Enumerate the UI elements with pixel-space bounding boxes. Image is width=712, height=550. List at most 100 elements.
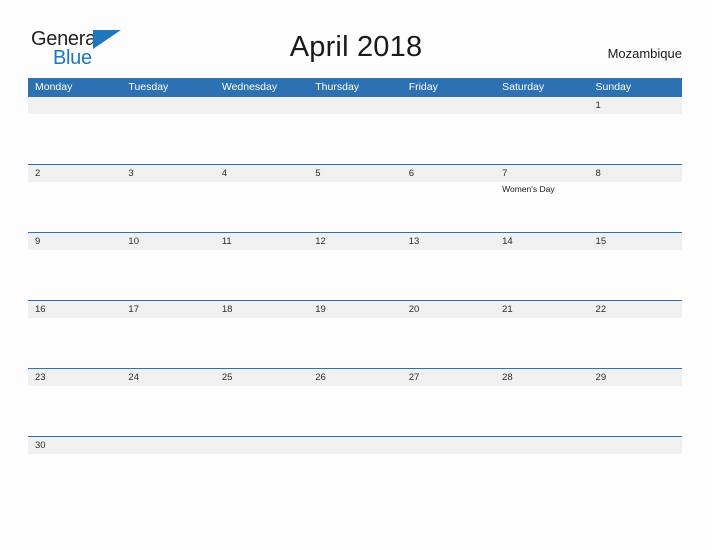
day-number[interactable]: 7 xyxy=(495,165,588,182)
day-event-cell[interactable] xyxy=(495,250,588,300)
weekday-header-friday: Friday xyxy=(408,81,438,93)
day-number[interactable]: 2 xyxy=(28,165,121,182)
day-event-cell[interactable] xyxy=(589,386,682,436)
day-number[interactable]: 20 xyxy=(402,301,495,318)
day-number[interactable] xyxy=(28,97,121,114)
day-event-cell-womens-day[interactable]: Women's Day xyxy=(495,182,588,232)
day-event-cell[interactable] xyxy=(402,250,495,300)
week-row: 16 17 18 19 20 21 22 xyxy=(28,300,682,368)
day-event-cell[interactable] xyxy=(495,318,588,368)
day-number[interactable]: 11 xyxy=(215,233,308,250)
day-number[interactable]: 8 xyxy=(589,165,682,182)
day-number[interactable]: 27 xyxy=(402,369,495,386)
day-number[interactable]: 14 xyxy=(495,233,588,250)
day-event-cell[interactable] xyxy=(308,454,401,504)
day-number[interactable] xyxy=(121,437,214,454)
day-event-cell[interactable] xyxy=(121,182,214,232)
weekday-header-monday: Monday xyxy=(35,81,73,93)
day-event-cell[interactable] xyxy=(589,114,682,164)
day-number[interactable] xyxy=(402,97,495,114)
day-number[interactable]: 18 xyxy=(215,301,308,318)
day-event-cell[interactable] xyxy=(495,386,588,436)
day-number[interactable]: 5 xyxy=(308,165,401,182)
week-event-band xyxy=(28,250,682,300)
day-event-cell[interactable] xyxy=(495,454,588,504)
week-date-band: 30 xyxy=(28,437,682,454)
week-date-band: 2 3 4 5 6 7 8 xyxy=(28,165,682,182)
day-event-cell[interactable] xyxy=(308,318,401,368)
day-event-cell[interactable] xyxy=(28,318,121,368)
day-number[interactable]: 13 xyxy=(402,233,495,250)
day-number[interactable] xyxy=(215,437,308,454)
day-event-cell[interactable] xyxy=(402,182,495,232)
day-number[interactable]: 22 xyxy=(589,301,682,318)
week-event-band xyxy=(28,318,682,368)
day-event-cell[interactable] xyxy=(121,318,214,368)
day-event-cell[interactable] xyxy=(121,454,214,504)
day-event-cell[interactable] xyxy=(28,454,121,504)
day-event-cell[interactable] xyxy=(589,182,682,232)
day-event-cell[interactable] xyxy=(215,318,308,368)
day-number[interactable] xyxy=(495,437,588,454)
day-event-cell[interactable] xyxy=(402,454,495,504)
day-event-cell[interactable] xyxy=(28,386,121,436)
day-number[interactable]: 29 xyxy=(589,369,682,386)
day-number[interactable]: 4 xyxy=(215,165,308,182)
location-label: Mozambique xyxy=(607,46,682,61)
day-number[interactable]: 1 xyxy=(589,97,682,114)
day-number[interactable]: 24 xyxy=(121,369,214,386)
day-number[interactable] xyxy=(121,97,214,114)
day-event-cell[interactable] xyxy=(215,114,308,164)
day-event-cell[interactable] xyxy=(215,386,308,436)
day-number[interactable]: 6 xyxy=(402,165,495,182)
day-number[interactable]: 16 xyxy=(28,301,121,318)
day-event-cell[interactable] xyxy=(402,386,495,436)
day-number[interactable]: 17 xyxy=(121,301,214,318)
day-number[interactable] xyxy=(402,437,495,454)
day-number[interactable]: 28 xyxy=(495,369,588,386)
day-event-cell[interactable] xyxy=(308,114,401,164)
week-row: 1 xyxy=(28,97,682,164)
day-event-cell[interactable] xyxy=(121,386,214,436)
weekday-header-tuesday: Tuesday xyxy=(128,81,169,93)
weekday-header-saturday: Saturday xyxy=(502,81,545,93)
day-event-cell[interactable] xyxy=(589,454,682,504)
day-number[interactable] xyxy=(308,437,401,454)
day-event-cell[interactable] xyxy=(308,182,401,232)
weekday-header-sunday: Sunday xyxy=(595,81,632,93)
day-number[interactable]: 30 xyxy=(28,437,121,454)
day-number[interactable]: 23 xyxy=(28,369,121,386)
day-event-cell[interactable] xyxy=(28,114,121,164)
day-event-cell[interactable] xyxy=(215,454,308,504)
day-number[interactable] xyxy=(215,97,308,114)
day-number[interactable]: 3 xyxy=(121,165,214,182)
day-event-cell[interactable] xyxy=(28,182,121,232)
day-event-cell[interactable] xyxy=(215,182,308,232)
page-title: April 2018 xyxy=(289,31,423,63)
day-event-cell[interactable] xyxy=(121,114,214,164)
week-event-band: Women's Day xyxy=(28,182,682,232)
day-event-cell[interactable] xyxy=(308,250,401,300)
day-event-cell[interactable] xyxy=(308,386,401,436)
day-number[interactable]: 26 xyxy=(308,369,401,386)
day-number[interactable]: 19 xyxy=(308,301,401,318)
day-number[interactable] xyxy=(495,97,588,114)
day-number[interactable]: 10 xyxy=(121,233,214,250)
day-number[interactable]: 9 xyxy=(28,233,121,250)
day-event-cell[interactable] xyxy=(402,114,495,164)
weekday-header-wednesday: Wednesday xyxy=(221,81,278,93)
day-number[interactable]: 15 xyxy=(589,233,682,250)
day-event-cell[interactable] xyxy=(121,250,214,300)
day-event-cell[interactable] xyxy=(589,318,682,368)
day-event-cell[interactable] xyxy=(495,114,588,164)
day-number[interactable]: 12 xyxy=(308,233,401,250)
day-event-cell[interactable] xyxy=(402,318,495,368)
day-event-cell[interactable] xyxy=(589,250,682,300)
day-number[interactable]: 21 xyxy=(495,301,588,318)
day-event-cell[interactable] xyxy=(215,250,308,300)
day-event-cell[interactable] xyxy=(28,250,121,300)
day-number[interactable]: 25 xyxy=(215,369,308,386)
week-event-band xyxy=(28,386,682,436)
day-number[interactable] xyxy=(589,437,682,454)
day-number[interactable] xyxy=(308,97,401,114)
